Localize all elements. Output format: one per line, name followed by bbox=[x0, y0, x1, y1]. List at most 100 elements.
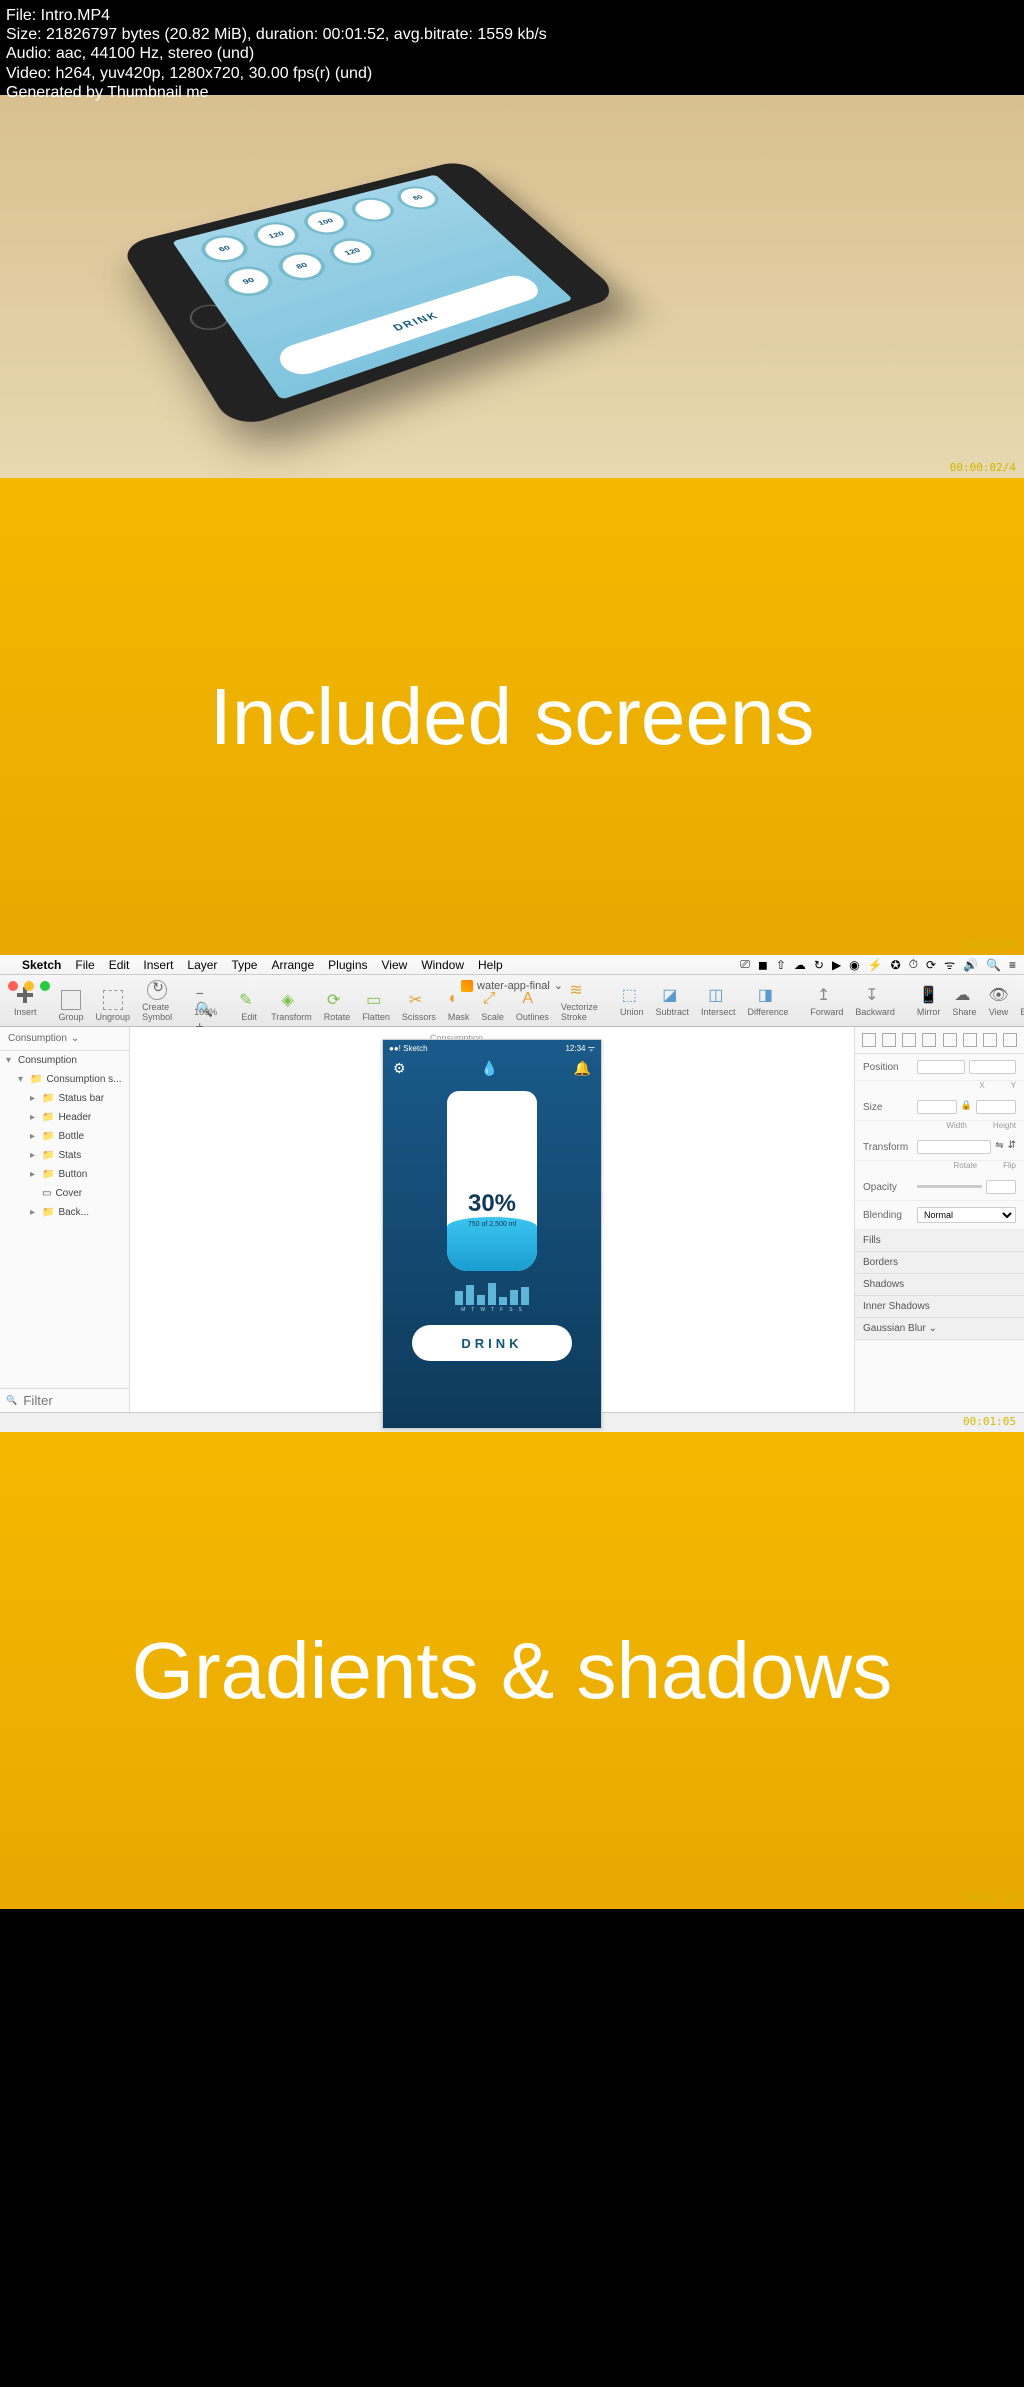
chevron-down-icon: ⌄ bbox=[71, 1033, 79, 1044]
align-left-icon[interactable] bbox=[862, 1033, 876, 1047]
document-title[interactable]: water-app-final ⌄ bbox=[461, 979, 563, 992]
align-bottom-icon[interactable] bbox=[963, 1033, 977, 1047]
app-header: ⚙ 💧 🔔 bbox=[383, 1056, 601, 1081]
ungroup-button[interactable]: Ungroup bbox=[92, 988, 135, 1024]
zoom-control[interactable]: − 🔍 +100% bbox=[190, 983, 221, 1019]
menubar-icon[interactable]: ⚡ bbox=[868, 958, 883, 972]
bubble: 90 bbox=[217, 262, 280, 301]
share-button[interactable]: ☁Share bbox=[948, 983, 980, 1019]
menu-file[interactable]: File bbox=[75, 958, 94, 972]
x-field[interactable] bbox=[917, 1060, 965, 1074]
menu-help[interactable]: Help bbox=[478, 958, 503, 972]
volume-icon[interactable]: 🔊 bbox=[963, 958, 978, 972]
layer-item[interactable]: ▸📁Back... bbox=[0, 1203, 129, 1222]
wifi-icon[interactable]: ᯤ bbox=[944, 956, 955, 973]
outlines-button[interactable]: AOutlines bbox=[512, 988, 553, 1024]
vectorize-button[interactable]: ≋Vectorize Stroke bbox=[557, 978, 602, 1024]
page-selector[interactable]: Consumption⌄ bbox=[0, 1027, 129, 1051]
fills-section[interactable]: Fills bbox=[855, 1230, 1024, 1252]
maximize-window-button[interactable] bbox=[40, 981, 50, 991]
distribute-h-icon[interactable] bbox=[983, 1033, 997, 1047]
opacity-field[interactable] bbox=[986, 1180, 1016, 1194]
menu-insert[interactable]: Insert bbox=[143, 958, 173, 972]
layer-item[interactable]: ▸📁Header bbox=[0, 1108, 129, 1127]
search-icon: 🔍 bbox=[6, 1395, 17, 1406]
spotlight-icon[interactable]: 🔍 bbox=[986, 958, 1001, 972]
menu-arrange[interactable]: Arrange bbox=[271, 958, 314, 972]
backward-button[interactable]: ↧Backward bbox=[851, 983, 899, 1019]
flip-h-icon[interactable]: ⇋ bbox=[995, 1140, 1003, 1154]
layer-item[interactable]: ▸📁Status bar bbox=[0, 1089, 129, 1108]
flip-v-icon[interactable]: ⇵ bbox=[1008, 1140, 1016, 1154]
mirror-button[interactable]: 📱Mirror bbox=[913, 983, 945, 1019]
layer-item[interactable]: ▸📁Bottle bbox=[0, 1127, 129, 1146]
edit-button[interactable]: ✎Edit bbox=[235, 988, 263, 1024]
y-field[interactable] bbox=[969, 1060, 1017, 1074]
bottle-graphic: 30% 750 of 2,500 ml bbox=[447, 1091, 537, 1271]
menubar-extras: ⎚ ◼ ⇧ ☁ ↻ ▶ ◉ ⚡ ✪ ⏱ ⟳ ᯤ 🔊 🔍 ≡ bbox=[740, 956, 1016, 973]
blending-select[interactable]: Normal bbox=[917, 1207, 1016, 1223]
layer-item[interactable]: ▸📁Button bbox=[0, 1165, 129, 1184]
menubar-icon[interactable]: ⇧ bbox=[776, 958, 786, 972]
menu-layer[interactable]: Layer bbox=[187, 958, 217, 972]
menubar-icon[interactable]: ↻ bbox=[814, 958, 824, 972]
scale-button[interactable]: ⤢Scale bbox=[477, 988, 508, 1024]
canvas[interactable]: Consumption ●●! Sketch 12:34 ᯤ ⚙ 💧 🔔 30%… bbox=[130, 1027, 854, 1412]
lock-icon[interactable]: 🔒 bbox=[961, 1100, 972, 1114]
shadows-section[interactable]: Shadows bbox=[855, 1274, 1024, 1296]
difference-button[interactable]: ◨Difference bbox=[744, 983, 793, 1019]
intersect-button[interactable]: ◫Intersect bbox=[697, 983, 740, 1019]
rotate-field[interactable] bbox=[917, 1140, 991, 1154]
create-symbol-button[interactable]: ↻Create Symbol bbox=[138, 978, 176, 1024]
width-field[interactable] bbox=[917, 1100, 957, 1114]
layer-group[interactable]: ▾📁Consumption s... bbox=[0, 1070, 129, 1089]
menu-view[interactable]: View bbox=[382, 958, 408, 972]
menubar-icon[interactable]: ⎚ bbox=[740, 957, 750, 972]
frame-timestamp: 00:01:30 bbox=[963, 1893, 1016, 1905]
transform-button[interactable]: ◈Transform bbox=[267, 988, 316, 1024]
menubar-icon[interactable]: ✪ bbox=[891, 958, 901, 972]
inspector-panel: Position XY Size🔒 WidthHeight Transform⇋… bbox=[854, 1027, 1024, 1412]
rotate-button[interactable]: ⟳Rotate bbox=[320, 988, 355, 1024]
menubar-icon[interactable]: ☁ bbox=[794, 958, 806, 972]
close-window-button[interactable] bbox=[8, 981, 18, 991]
meta-file: File: Intro.MP4 bbox=[6, 6, 547, 25]
menu-type[interactable]: Type bbox=[231, 958, 257, 972]
menu-plugins[interactable]: Plugins bbox=[328, 958, 367, 972]
layer-item[interactable]: ▭Cover bbox=[0, 1184, 129, 1203]
align-middle-icon[interactable] bbox=[943, 1033, 957, 1047]
opacity-slider[interactable] bbox=[917, 1185, 982, 1188]
union-button[interactable]: ⬚Union bbox=[616, 983, 648, 1019]
mask-button[interactable]: ◐Mask bbox=[444, 988, 474, 1024]
borders-section[interactable]: Borders bbox=[855, 1252, 1024, 1274]
layer-artboard[interactable]: ▾Consumption bbox=[0, 1051, 129, 1070]
scissors-button[interactable]: ✂Scissors bbox=[398, 988, 440, 1024]
menubar-icon[interactable]: ◉ bbox=[849, 958, 859, 972]
app-menu[interactable]: Sketch bbox=[22, 958, 61, 972]
align-top-icon[interactable] bbox=[922, 1033, 936, 1047]
artboard-consumption[interactable]: ●●! Sketch 12:34 ᯤ ⚙ 💧 🔔 30% 750 of 2,50… bbox=[382, 1039, 602, 1429]
menu-list-icon[interactable]: ≡ bbox=[1009, 958, 1016, 972]
group-button[interactable]: Group bbox=[55, 988, 88, 1024]
menu-window[interactable]: Window bbox=[421, 958, 464, 972]
export-button[interactable]: ⤴Export bbox=[1016, 983, 1024, 1019]
subtract-button[interactable]: ◪Subtract bbox=[651, 983, 693, 1019]
align-right-icon[interactable] bbox=[902, 1033, 916, 1047]
menu-edit[interactable]: Edit bbox=[109, 958, 130, 972]
menubar-icon[interactable]: ⏱ bbox=[909, 957, 918, 972]
view-button[interactable]: 👁View bbox=[984, 983, 1012, 1019]
layer-item[interactable]: ▸📁Stats bbox=[0, 1146, 129, 1165]
inner-shadows-section[interactable]: Inner Shadows bbox=[855, 1296, 1024, 1318]
bar bbox=[477, 1295, 485, 1305]
align-center-icon[interactable] bbox=[882, 1033, 896, 1047]
gaussian-blur-section[interactable]: Gaussian Blur ⌄ bbox=[855, 1318, 1024, 1340]
menubar-icon[interactable]: ◼ bbox=[758, 958, 768, 972]
minimize-window-button[interactable] bbox=[24, 981, 34, 991]
height-field[interactable] bbox=[976, 1100, 1016, 1114]
menubar-icon[interactable]: ⟳ bbox=[926, 958, 936, 972]
menubar-icon[interactable]: ▶ bbox=[832, 958, 841, 972]
distribute-v-icon[interactable] bbox=[1003, 1033, 1017, 1047]
macos-menubar: Sketch File Edit Insert Layer Type Arran… bbox=[0, 955, 1024, 975]
forward-button[interactable]: ↥Forward bbox=[806, 983, 847, 1019]
flatten-button[interactable]: ▭Flatten bbox=[358, 988, 394, 1024]
